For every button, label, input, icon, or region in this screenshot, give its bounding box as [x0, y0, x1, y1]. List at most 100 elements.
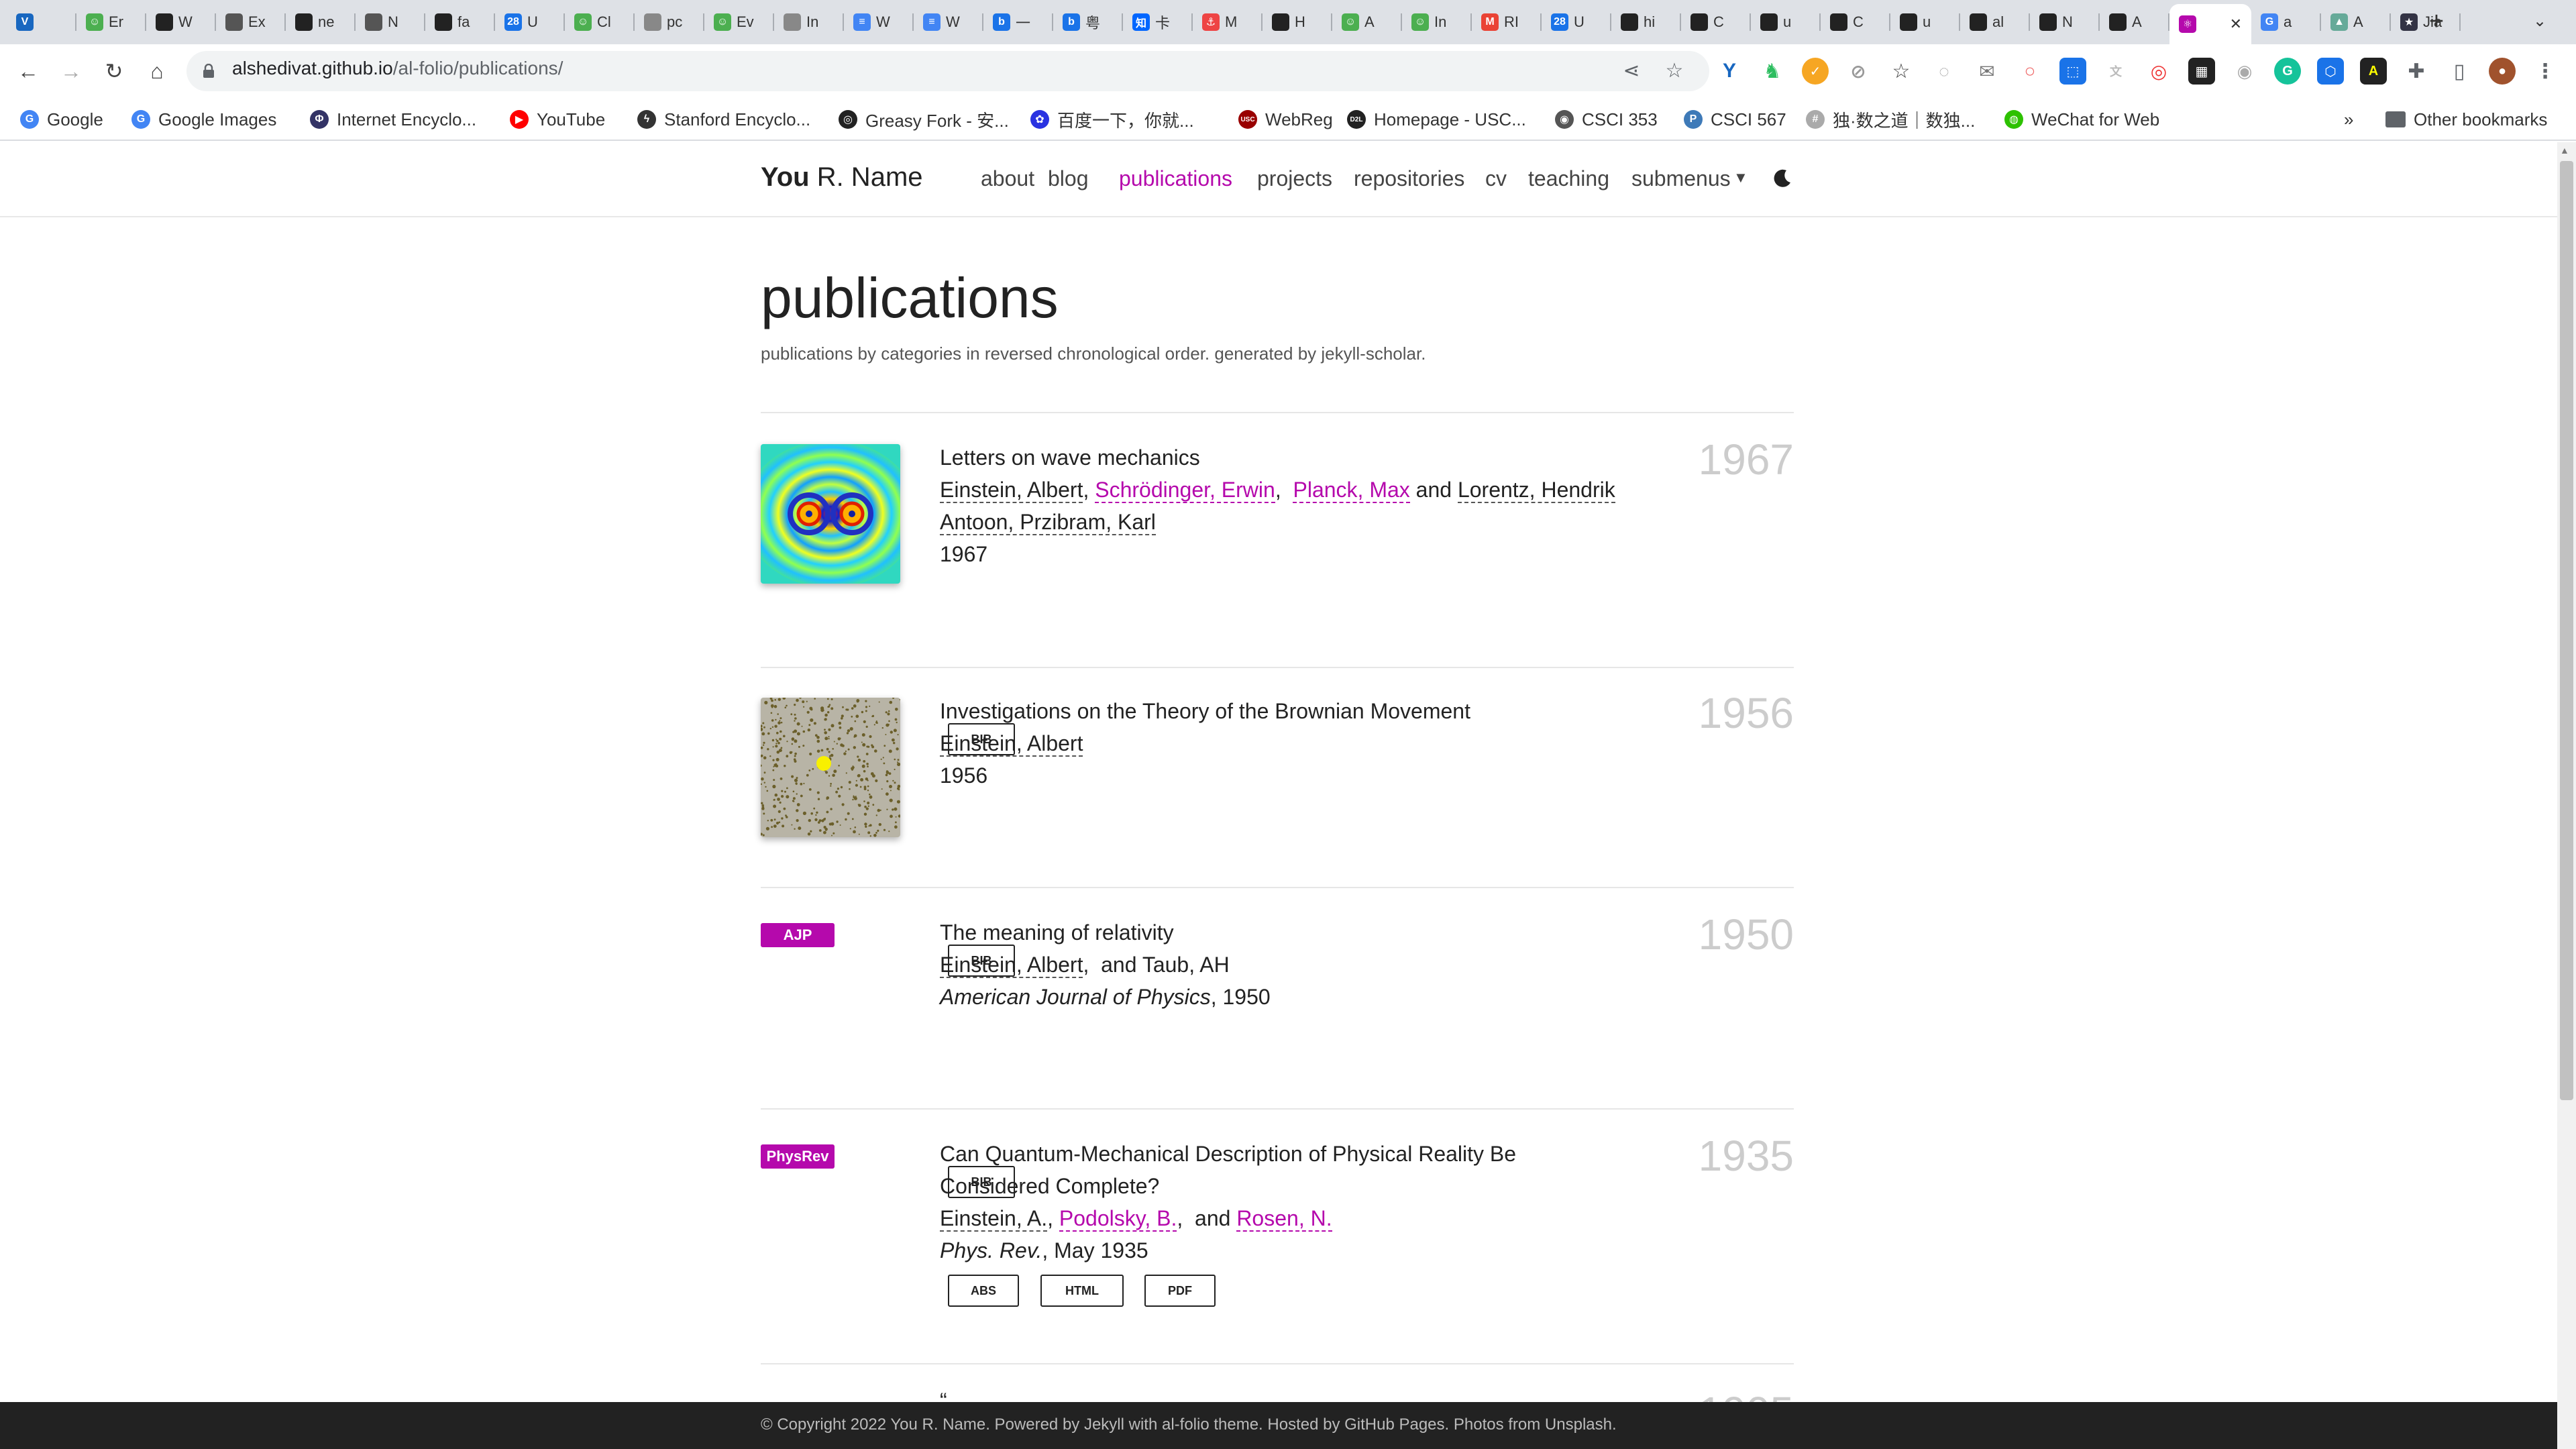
browser-tab[interactable]: hi	[1611, 5, 1681, 39]
author-link[interactable]: Rosen, N.	[1236, 1206, 1332, 1232]
browser-tab[interactable]: 知卡	[1123, 5, 1193, 39]
browser-tab[interactable]: M RI	[1472, 5, 1542, 39]
side-panel-icon[interactable]: ▯	[2446, 58, 2473, 85]
browser-tab[interactable]: H	[1263, 5, 1332, 39]
browser-tab[interactable]: In	[774, 5, 844, 39]
forward-button[interactable]: →	[56, 56, 86, 86]
author-link[interactable]: Podolsky, B.	[1059, 1206, 1177, 1232]
browser-tab[interactable]: u	[1751, 5, 1821, 39]
nav-link-projects[interactable]: projects	[1257, 166, 1332, 191]
venue-badge[interactable]: AJP	[761, 923, 835, 947]
back-button[interactable]: ←	[13, 56, 43, 86]
caret-down-icon[interactable]: ▼	[1733, 169, 1748, 186]
bookmark-item[interactable]: P CSCI 567	[1684, 106, 1786, 133]
nav-link-about[interactable]: about	[981, 166, 1034, 191]
bookmark-item[interactable]: ◎ Greasy Fork - 安...	[839, 106, 1009, 133]
share-icon[interactable]: ⋖	[1617, 56, 1646, 86]
home-button[interactable]: ⌂	[142, 56, 172, 86]
bookmark-item[interactable]: ▶ YouTube	[510, 106, 605, 133]
nav-link-publications[interactable]: publications	[1119, 166, 1232, 191]
browser-tab[interactable]: ne	[286, 5, 356, 39]
dark-mode-toggle-icon[interactable]	[1772, 168, 1793, 189]
browser-tab[interactable]: 28 U	[495, 5, 565, 39]
browser-tab[interactable]: C	[1821, 5, 1890, 39]
pdf-button[interactable]: PDF	[1144, 1275, 1216, 1307]
browser-tab[interactable]: W	[146, 5, 216, 39]
bookmark-item[interactable]: # 独·数之道｜数独...	[1806, 106, 1975, 133]
extension-translate-icon[interactable]: 文	[2102, 58, 2129, 85]
browser-tab[interactable]: ⚛ ✕	[2169, 4, 2251, 44]
extension-red-icon[interactable]: ◎	[2145, 58, 2172, 85]
scrollbar-thumb[interactable]	[2560, 161, 2573, 1100]
browser-tab[interactable]: ☺ Ev	[704, 5, 774, 39]
close-tab-icon[interactable]: ✕	[2230, 15, 2242, 33]
author-link[interactable]: Lorentz, Hendrik	[1457, 478, 1615, 503]
bookmark-item[interactable]: USC WebReg	[1238, 106, 1333, 133]
browser-tab[interactable]: C	[1681, 5, 1751, 39]
lock-icon[interactable]	[203, 64, 215, 78]
browser-tab[interactable]: ▲ A	[2321, 5, 2391, 39]
bookmark-item[interactable]: ◍ WeChat for Web	[2004, 106, 2159, 133]
scroll-up-arrow-icon[interactable]: ▲	[2560, 145, 2569, 156]
evernote-extension-icon[interactable]: ♞	[1759, 58, 1786, 85]
browser-tab[interactable]: ☺ Er	[76, 5, 146, 39]
author-link[interactable]: Einstein, Albert	[940, 731, 1083, 757]
vuetify-extension-icon[interactable]: Y	[1716, 58, 1743, 85]
author-link[interactable]: Einstein, Albert	[940, 953, 1083, 978]
author-link[interactable]: Schrödinger, Erwin	[1095, 478, 1275, 503]
author-link[interactable]: Einstein, A.	[940, 1206, 1048, 1232]
tab-search-button[interactable]: ⌄	[2528, 9, 2552, 34]
browser-menu-icon[interactable]: ⋮	[2532, 58, 2559, 85]
nav-link-teaching[interactable]: teaching	[1528, 166, 1609, 191]
reload-button[interactable]: ↻	[99, 56, 129, 86]
extension-table-icon[interactable]: ▦	[2188, 58, 2215, 85]
brownian-thumbnail[interactable]	[761, 698, 900, 837]
author-link[interactable]: Antoon, Przibram, Karl	[940, 510, 1156, 535]
extension-eye-icon[interactable]: ◉	[2231, 58, 2258, 85]
browser-tab[interactable]: fa	[425, 5, 495, 39]
browser-tab[interactable]: ≡ W	[914, 5, 983, 39]
author-link[interactable]: Planck, Max	[1293, 478, 1410, 503]
nav-link-repositories[interactable]: repositories	[1354, 166, 1464, 191]
nav-link-submenus[interactable]: submenus	[1631, 166, 1731, 191]
extension-link-icon[interactable]: ⊘	[1845, 58, 1872, 85]
other-bookmarks-folder[interactable]: Other bookmarks	[2385, 106, 2547, 133]
browser-tab[interactable]: u	[1890, 5, 1960, 39]
bookmark-item[interactable]: D2L Homepage - USC...	[1347, 106, 1526, 133]
extension-star-icon[interactable]: ☆	[1888, 58, 1915, 85]
bookmarks-overflow-button[interactable]: »	[2344, 106, 2353, 133]
bookmark-item[interactable]: G Google Images	[131, 106, 276, 133]
wave-mechanics-thumbnail[interactable]	[761, 444, 900, 584]
extensions-puzzle-icon[interactable]: ✚	[2403, 58, 2430, 85]
author-link[interactable]: Einstein, Albert	[940, 478, 1083, 503]
html-button[interactable]: HTML	[1040, 1275, 1124, 1307]
grammarly-icon[interactable]: G	[2274, 58, 2301, 85]
bookmark-item[interactable]: ◉ CSCI 353	[1555, 106, 1658, 133]
browser-tab[interactable]: ☺ A	[1332, 5, 1402, 39]
nav-link-cv[interactable]: cv	[1485, 166, 1507, 191]
browser-tab[interactable]: b一	[983, 5, 1053, 39]
browser-tab[interactable]: ⚓ M	[1193, 5, 1263, 39]
extension-circle-icon[interactable]: ○	[2017, 58, 2043, 85]
bookmark-star-icon[interactable]: ☆	[1660, 56, 1689, 86]
new-tab-button[interactable]: +	[2423, 9, 2450, 36]
extension-orange-icon[interactable]: ✓	[1802, 58, 1829, 85]
extension-a-icon[interactable]: A	[2360, 58, 2387, 85]
browser-tab[interactable]: N	[356, 5, 425, 39]
browser-tab[interactable]: Ex	[216, 5, 286, 39]
bookmark-item[interactable]: ✿ 百度一下，你就...	[1030, 106, 1194, 133]
browser-tab[interactable]: ☺ Cl	[565, 5, 635, 39]
profile-avatar[interactable]: ●	[2489, 58, 2516, 85]
venue-badge[interactable]: PhysRev	[761, 1144, 835, 1169]
browser-tab[interactable]: 28 U	[1542, 5, 1611, 39]
site-brand[interactable]: You R. Name	[761, 162, 923, 193]
nav-link-blog[interactable]: blog	[1048, 166, 1089, 191]
browser-tab[interactable]: Ga	[2251, 5, 2321, 39]
extension-blue-badge-icon[interactable]: ⬡	[2317, 58, 2344, 85]
bookmark-item[interactable]: Φ Internet Encyclo...	[310, 106, 476, 133]
browser-tab[interactable]: N	[2030, 5, 2100, 39]
bookmark-item[interactable]: G Google	[20, 106, 103, 133]
browser-tab[interactable]: ≡ W	[844, 5, 914, 39]
extension-mail-icon[interactable]: ✉	[1974, 58, 2000, 85]
url-text[interactable]: alshedivat.github.io/al-folio/publicatio…	[232, 58, 563, 79]
